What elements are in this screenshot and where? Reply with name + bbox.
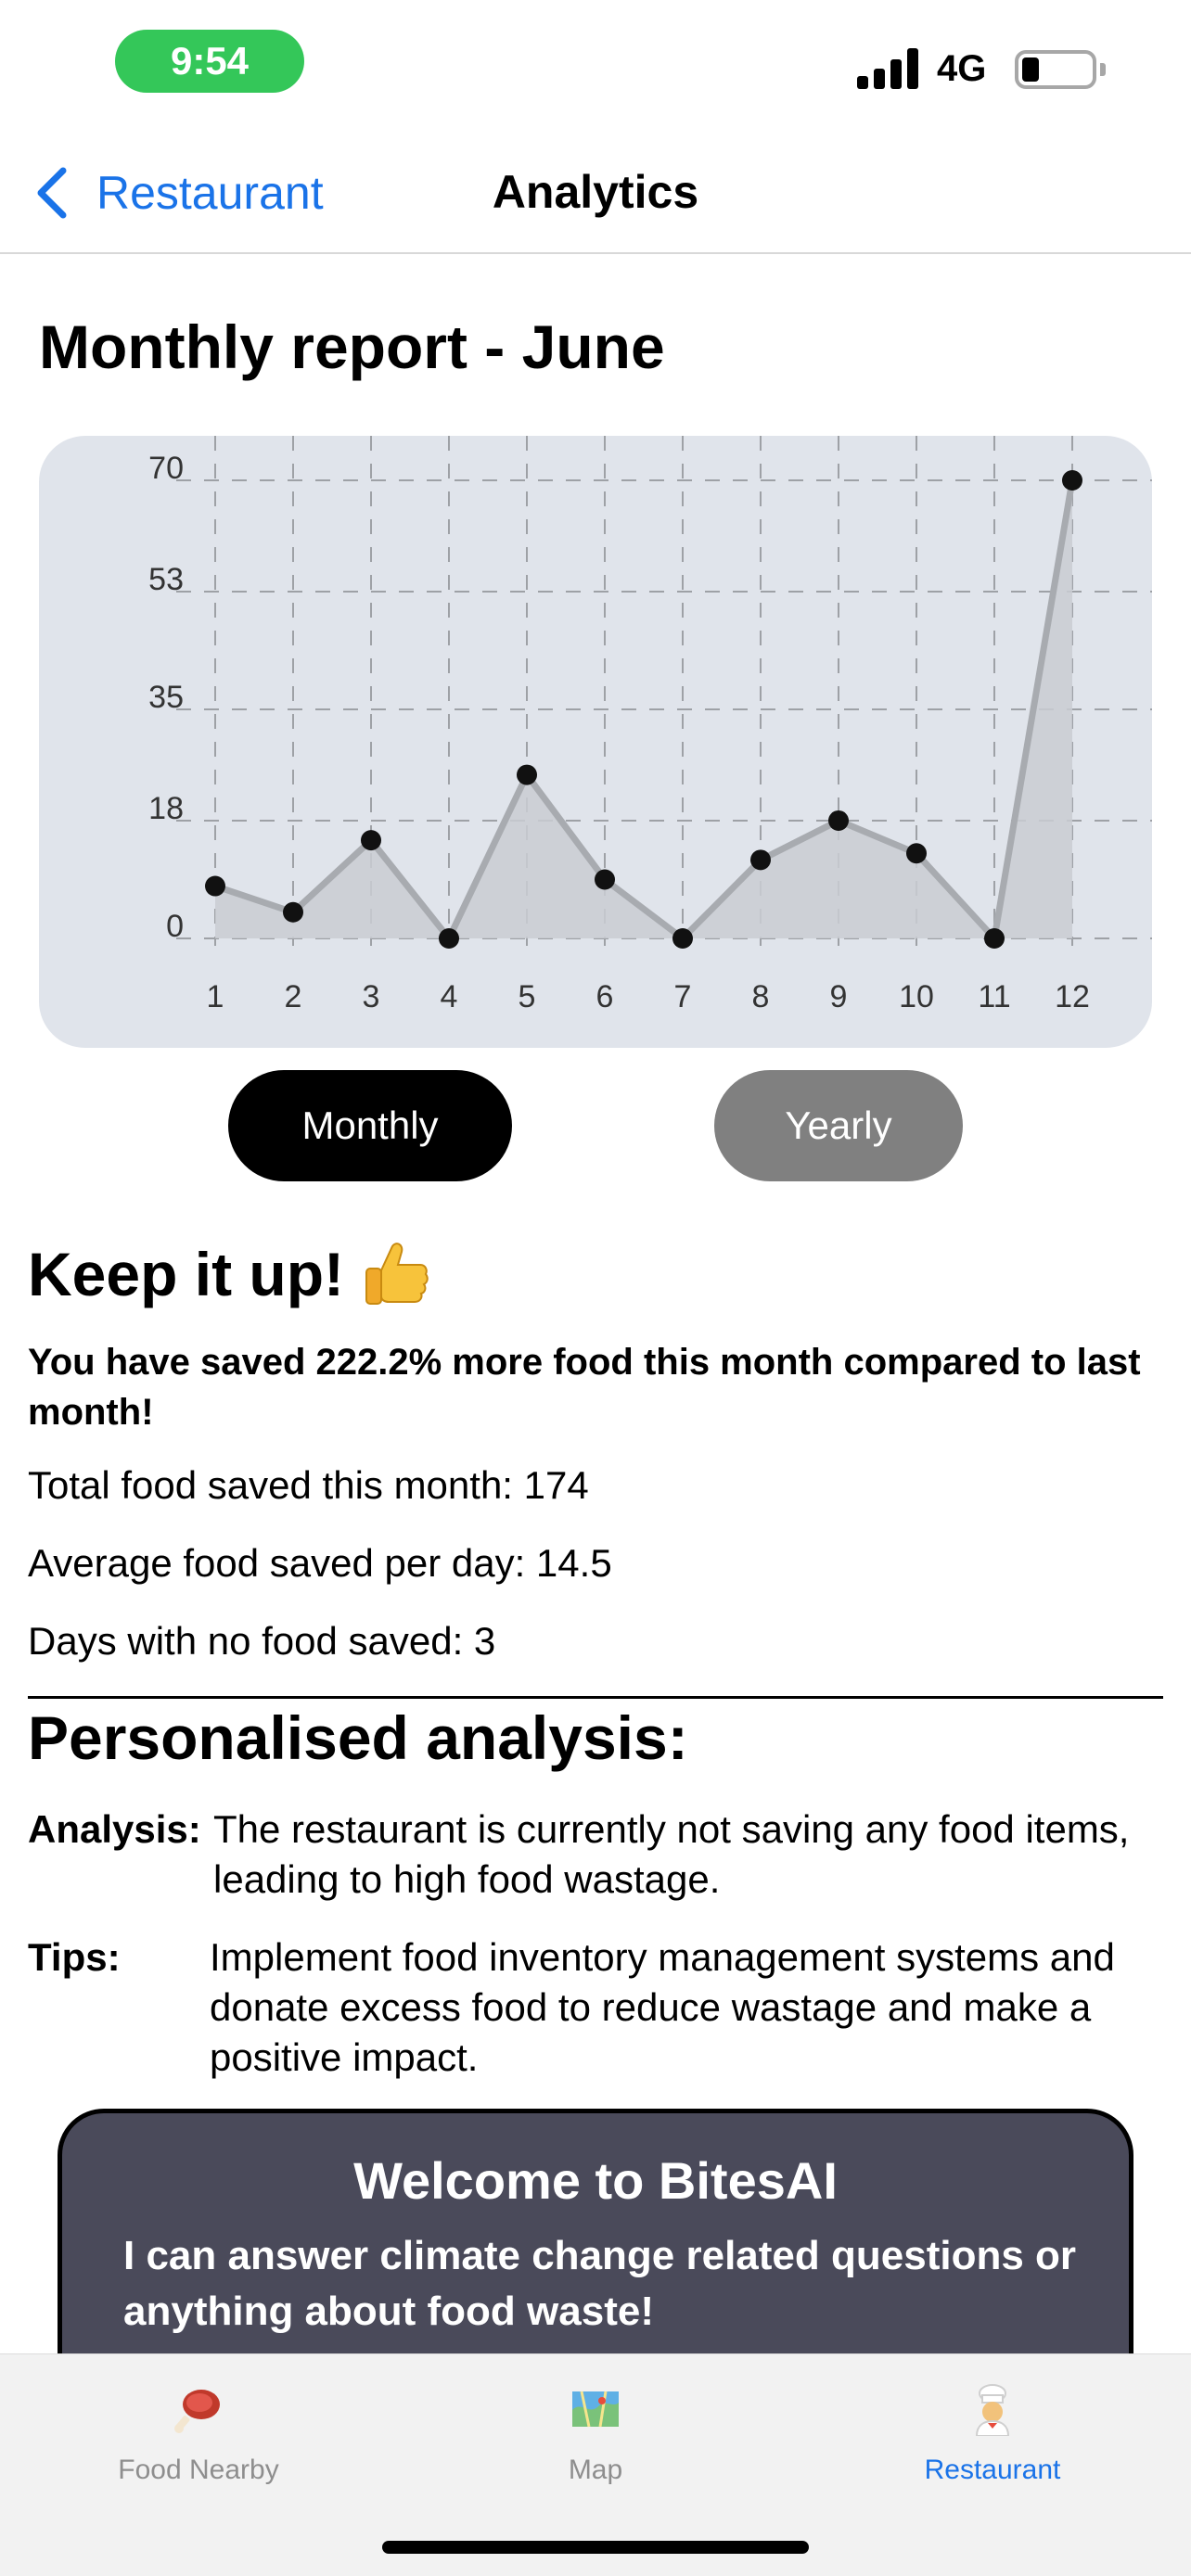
page-title: Analytics <box>492 166 699 218</box>
report-title: Monthly report - June <box>39 312 665 381</box>
status-bar: 9:54 4G <box>0 0 1191 130</box>
monthly-button[interactable]: Monthly <box>228 1070 512 1181</box>
x-tick-label: 2 <box>285 979 302 1014</box>
x-tick-label: 8 <box>752 979 770 1014</box>
map-icon <box>572 2391 619 2428</box>
tab-label: Map <box>568 2455 623 2485</box>
data-point <box>205 875 225 897</box>
chart-card: 0 18 35 53 70 1 2 3 4 5 6 7 8 9 10 11 12 <box>39 436 1152 1048</box>
data-point <box>517 764 537 785</box>
y-tick-label: 18 <box>148 791 184 826</box>
x-tick-label: 1 <box>207 979 224 1014</box>
data-point <box>672 928 693 949</box>
tips-text: Implement food inventory management syst… <box>210 1935 1115 2079</box>
x-tick-label: 5 <box>519 979 536 1014</box>
tab-label: Restaurant <box>924 2455 1061 2485</box>
data-point <box>1062 470 1082 491</box>
yearly-button[interactable]: Yearly <box>714 1070 963 1181</box>
data-point <box>439 928 459 949</box>
tab-label: Food Nearby <box>118 2455 279 2485</box>
navigation-bar: Restaurant Analytics <box>0 130 1191 254</box>
summary-heading: Keep it up! <box>28 1239 431 1309</box>
data-point <box>750 849 771 871</box>
network-type: 4G <box>937 48 987 89</box>
battery-icon <box>1015 50 1106 89</box>
average-food-saved: Average food saved per day: 14.5 <box>28 1541 612 1585</box>
chef-icon <box>975 2384 1010 2436</box>
chat-intro-text: I can answer climate change related ques… <box>123 2233 1077 2334</box>
tab-restaurant[interactable]: Restaurant <box>853 2382 1132 2486</box>
y-tick-label: 53 <box>148 562 184 597</box>
tab-map[interactable]: Map <box>456 2382 735 2486</box>
data-point <box>595 869 615 890</box>
y-tick-label: 0 <box>166 909 184 944</box>
tab-food-nearby[interactable]: Food Nearby <box>59 2382 338 2486</box>
home-indicator <box>382 2541 809 2554</box>
analysis-title: Personalised analysis: <box>28 1703 688 1772</box>
line-chart: 0183553701 2 3 4 5 6 7 8 9 10 11 12 <box>148 436 1152 1014</box>
y-tick-label: 35 <box>148 680 184 715</box>
summary-heading-text: Keep it up! <box>28 1240 344 1308</box>
data-point <box>984 928 1005 949</box>
data-point <box>828 810 849 831</box>
days-no-food-saved: Days with no food saved: 3 <box>28 1619 496 1663</box>
data-point <box>283 901 303 923</box>
data-point <box>361 830 381 851</box>
status-time: 9:54 <box>115 30 304 93</box>
x-tick-label: 11 <box>978 979 1010 1014</box>
analysis-text: The restaurant is currently not saving a… <box>213 1807 1130 1901</box>
x-tick-label: 10 <box>899 979 934 1014</box>
tips-label: Tips: <box>28 1935 121 1979</box>
saved-comparison-text: You have saved 222.2% more food this mon… <box>28 1342 1141 1433</box>
x-tick-label: 12 <box>1055 979 1090 1014</box>
x-tick-label: 9 <box>830 979 848 1014</box>
x-tick-label: 3 <box>363 979 380 1014</box>
x-tick-label: 7 <box>674 979 692 1014</box>
divider <box>28 1696 1163 1699</box>
cellular-signal-icon <box>857 46 920 89</box>
data-point <box>906 843 927 864</box>
analysis-label: Analysis: <box>28 1807 201 1851</box>
thumbs-up-icon <box>365 1243 429 1305</box>
x-tick-label: 6 <box>596 979 614 1014</box>
x-tick-label: 4 <box>441 979 458 1014</box>
meat-icon <box>174 2390 220 2433</box>
total-food-saved: Total food saved this month: 174 <box>28 1463 589 1507</box>
y-tick-label: 70 <box>148 451 184 486</box>
chat-title: Welcome to BitesAI <box>353 2151 838 2210</box>
